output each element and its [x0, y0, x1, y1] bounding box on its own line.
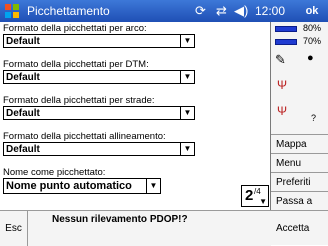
antenna-icon[interactable]: Ψ — [277, 78, 287, 92]
point-name-dropdown[interactable]: Nome punto automatico ▼ — [3, 178, 161, 194]
sync-icon[interactable]: ⟳ — [195, 3, 206, 19]
battery-icon — [275, 39, 297, 45]
alignment-format-dropdown[interactable]: Default ▼ — [3, 142, 195, 156]
antenna-icon[interactable]: Ψ — [277, 104, 287, 118]
status-dot-icon: ● — [307, 52, 314, 64]
app-title: Picchettamento — [27, 4, 110, 18]
page-stepper[interactable]: 2 /4 ▼ — [241, 185, 269, 207]
status-message: Nessun rilevamento PDOP!? — [52, 214, 188, 225]
windows-logo-icon[interactable] — [4, 3, 20, 19]
battery-text: 80% — [303, 23, 322, 33]
dropdown-value: Default — [6, 144, 40, 155]
bottom-bar: Esc Nessun rilevamento PDOP!? — [0, 210, 271, 246]
arc-format-dropdown[interactable]: Default ▼ — [3, 34, 195, 48]
battery-status-1: 80% — [273, 23, 328, 35]
page-number: 2 — [245, 187, 254, 204]
dropdown-value: Default — [6, 72, 40, 83]
battery-icon — [275, 26, 297, 32]
preferiti-button[interactable]: Preferiti — [271, 172, 328, 191]
esc-button[interactable]: Esc — [0, 211, 28, 246]
ok-button[interactable]: ok — [300, 3, 324, 19]
volume-icon[interactable]: ◀) — [234, 3, 248, 19]
survey-tool-icon[interactable]: ✎ — [275, 52, 286, 68]
chevron-down-icon[interactable]: ▼ — [180, 143, 194, 155]
chevron-down-icon[interactable]: ▼ — [259, 197, 267, 206]
title-bar: Picchettamento ⟳ ⇄ ◀) 12:00 ok — [0, 0, 328, 22]
menu-button[interactable]: Menu — [271, 153, 328, 172]
chevron-down-icon[interactable]: ▼ — [146, 179, 160, 193]
battery-text: 70% — [303, 36, 322, 46]
roads-format-dropdown[interactable]: Default ▼ — [3, 106, 195, 120]
unknown-status: ? — [311, 113, 317, 123]
chevron-down-icon[interactable]: ▼ — [180, 35, 194, 47]
dropdown-value: Nome punto automatico — [6, 180, 132, 192]
clock[interactable]: 12:00 — [255, 4, 285, 18]
accept-button[interactable]: Accetta — [271, 210, 328, 245]
field-label-roads: Formato della picchettati per strade: — [3, 95, 155, 106]
field-label-dtm: Formato della picchettati per DTM: — [3, 59, 149, 70]
field-label-alignment: Formato della picchettati allineamento: — [3, 131, 166, 142]
battery-status-2: 70% — [273, 36, 328, 48]
stakeout-format-form: Formato della picchettati per arco: Defa… — [0, 22, 271, 210]
mappa-button[interactable]: Mappa — [271, 134, 328, 153]
dtm-format-dropdown[interactable]: Default ▼ — [3, 70, 195, 84]
field-label-name: Nome come picchettato: — [3, 167, 106, 178]
dropdown-value: Default — [6, 36, 40, 47]
chevron-down-icon[interactable]: ▼ — [180, 107, 194, 119]
passa-a-button[interactable]: Passa a — [271, 191, 328, 210]
page-total: /4 — [254, 187, 261, 196]
dropdown-value: Default — [6, 108, 40, 119]
chevron-down-icon[interactable]: ▼ — [180, 71, 194, 83]
signal-icon[interactable]: ⇄ — [216, 3, 227, 19]
field-label-arc: Formato della picchettati per arco: — [3, 23, 147, 34]
